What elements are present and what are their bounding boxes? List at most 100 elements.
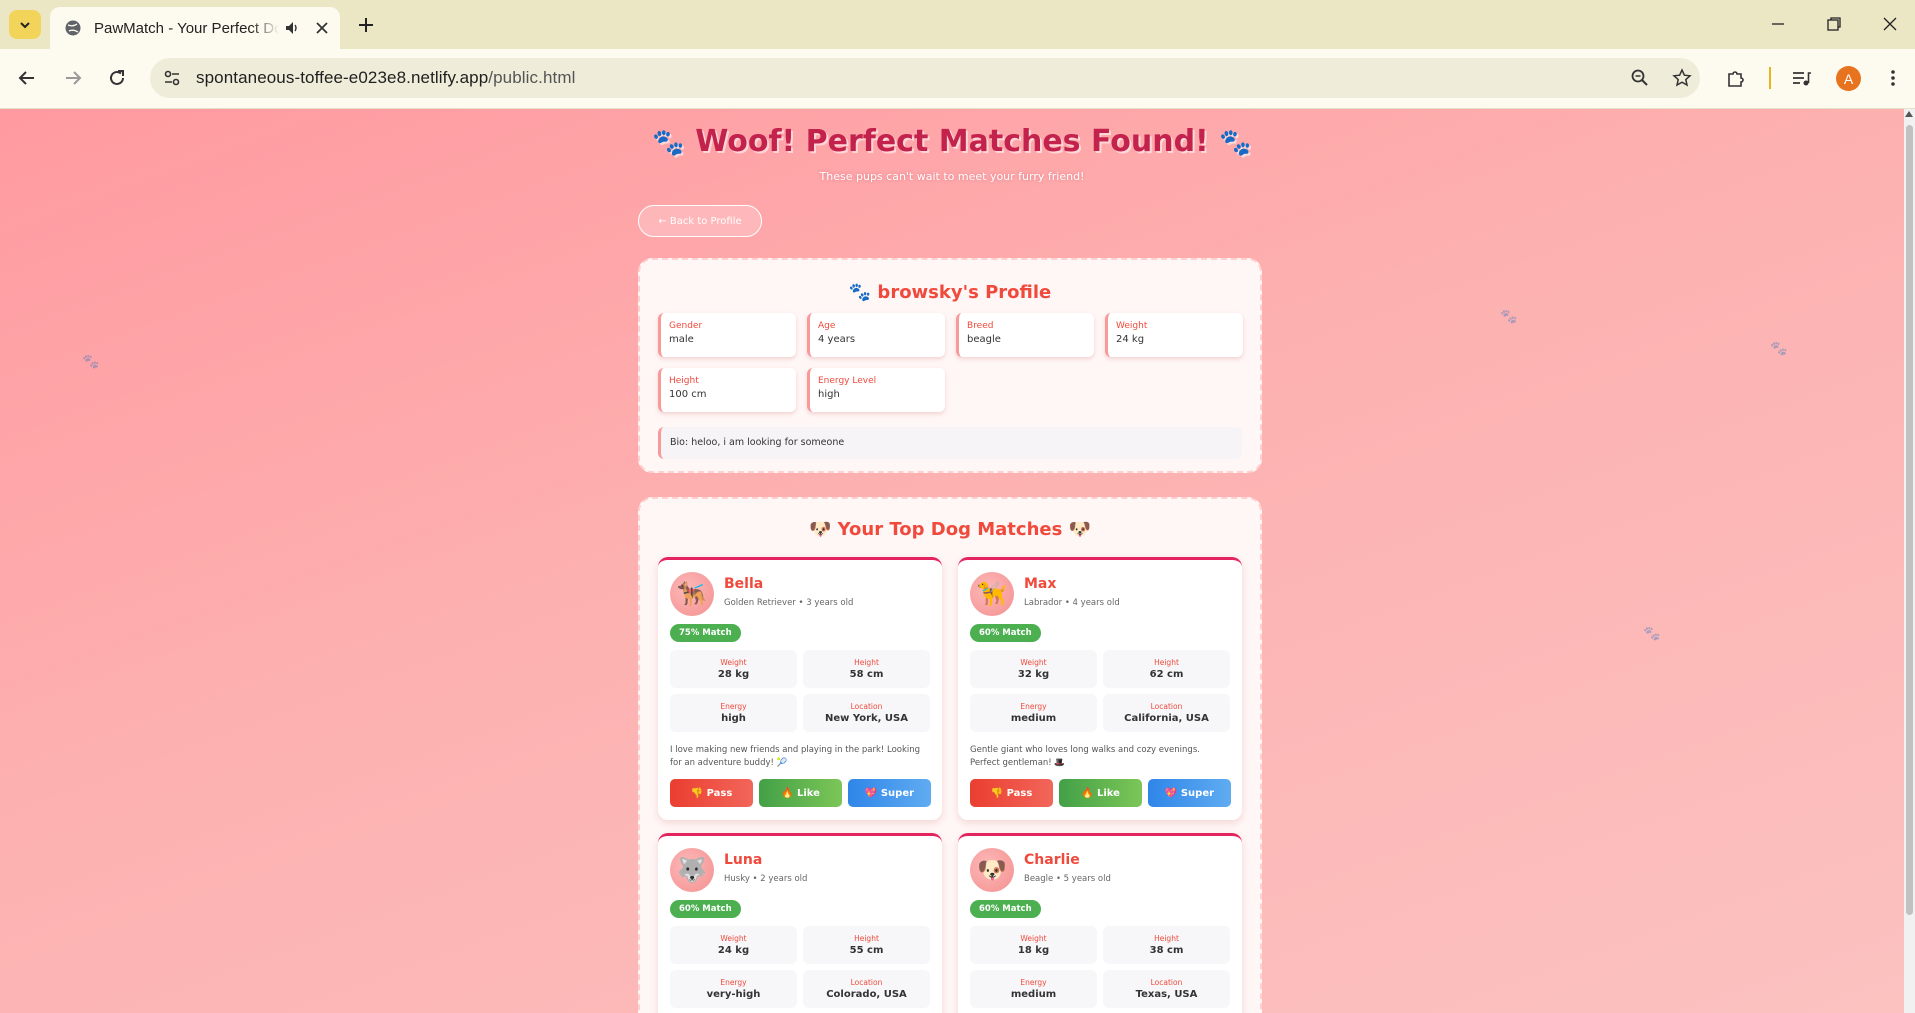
paw-decoration-icon: 🐾 bbox=[82, 354, 100, 370]
pass-button[interactable]: 👎 Pass bbox=[970, 779, 1053, 807]
pass-button[interactable]: 👎 Pass bbox=[670, 779, 753, 807]
stat-label: Weight bbox=[720, 934, 747, 943]
profile-field-gender: Gender male bbox=[658, 313, 796, 357]
paw-icon: 🐾 bbox=[1219, 128, 1252, 158]
field-label: Weight bbox=[1116, 321, 1148, 331]
toolbar-separator bbox=[1769, 67, 1771, 89]
stat-label: Height bbox=[854, 934, 879, 943]
url-path: /public.html bbox=[488, 68, 576, 87]
url-text[interactable]: spontaneous-toffee-e023e8.netlify.app/pu… bbox=[196, 68, 575, 88]
forward-arrow-icon[interactable] bbox=[62, 67, 84, 89]
match-percent-badge: 60% Match bbox=[970, 624, 1041, 642]
page-scrollbar[interactable] bbox=[1904, 109, 1915, 1013]
profile-field-height: Height 100 cm bbox=[658, 368, 796, 412]
new-tab-plus-icon[interactable] bbox=[355, 14, 377, 36]
matches-card: 🐶 Your Top Dog Matches 🐶 🐕‍🦺 Bella Golde… bbox=[638, 497, 1262, 1013]
stat-value: California, USA bbox=[1124, 713, 1209, 724]
stat-location: Location New York, USA bbox=[803, 694, 930, 732]
tab-title: PawMatch - Your Perfect Dog Match bbox=[94, 19, 279, 37]
paw-decoration-icon: 🐾 bbox=[1500, 309, 1518, 325]
stat-value: medium bbox=[1010, 989, 1057, 1000]
field-value: 100 cm bbox=[669, 389, 707, 400]
more-menu-icon[interactable] bbox=[1882, 67, 1904, 89]
stat-weight: Weight 24 kg bbox=[670, 926, 797, 964]
stat-value: medium bbox=[1010, 713, 1057, 724]
page-subtitle: These pups can't wait to meet your furry… bbox=[819, 170, 1085, 183]
field-label: Gender bbox=[669, 321, 703, 331]
extensions-puzzle-icon[interactable] bbox=[1725, 67, 1747, 89]
stat-height: Height 55 cm bbox=[803, 926, 930, 964]
dog-description: I love making new friends and playing in… bbox=[670, 745, 921, 768]
address-bar[interactable]: spontaneous-toffee-e023e8.netlify.app/pu… bbox=[150, 58, 1700, 98]
dog-description: Gentle giant who loves long walks and co… bbox=[970, 745, 1200, 768]
minimize-icon[interactable] bbox=[1768, 14, 1788, 34]
speaker-icon[interactable] bbox=[283, 19, 301, 37]
stat-energy: Energy very-high bbox=[670, 970, 797, 1008]
browser-tab-active[interactable]: PawMatch - Your Perfect Dog Match bbox=[50, 7, 340, 49]
dog-name[interactable]: Bella bbox=[724, 576, 763, 592]
stat-energy: Energy medium bbox=[970, 694, 1097, 732]
close-icon[interactable] bbox=[313, 19, 331, 37]
field-value: beagle bbox=[967, 334, 1001, 345]
globe-icon bbox=[65, 20, 81, 36]
zoom-icon[interactable] bbox=[1630, 68, 1650, 88]
super-like-button[interactable]: 💖 Super bbox=[1148, 779, 1231, 807]
dog-name[interactable]: Charlie bbox=[1024, 852, 1080, 868]
profile-avatar-button[interactable]: A bbox=[1836, 66, 1861, 91]
like-button[interactable]: 🔥 Like bbox=[1059, 779, 1142, 807]
stat-label: Height bbox=[1154, 934, 1179, 943]
dog-breed-age: Beagle • 5 years old bbox=[1024, 874, 1111, 884]
profile-field-weight: Weight 24 kg bbox=[1105, 313, 1243, 357]
profile-field-energy: Energy Level high bbox=[807, 368, 945, 412]
stat-height: Height 58 cm bbox=[803, 650, 930, 688]
stat-value: 18 kg bbox=[1017, 945, 1050, 956]
page-title: 🐾 Woof! Perfect Matches Found! 🐾 bbox=[0, 124, 1904, 159]
like-button[interactable]: 🔥 Like bbox=[759, 779, 842, 807]
stat-height: Height 38 cm bbox=[1103, 926, 1230, 964]
stat-value: 38 cm bbox=[1149, 945, 1184, 956]
media-control-icon[interactable] bbox=[1790, 67, 1812, 89]
field-value: male bbox=[669, 334, 694, 345]
field-label: Height bbox=[669, 376, 699, 386]
stat-label: Weight bbox=[1020, 934, 1047, 943]
stat-value: high bbox=[721, 713, 746, 724]
super-like-button[interactable]: 💖 Super bbox=[848, 779, 931, 807]
site-info-icon[interactable] bbox=[162, 68, 182, 88]
stat-label: Energy bbox=[1020, 702, 1047, 711]
window-close-icon[interactable] bbox=[1880, 14, 1900, 34]
back-to-profile-button[interactable]: ← Back to Profile bbox=[638, 205, 762, 237]
stat-label: Energy bbox=[720, 978, 747, 987]
stat-weight: Weight 18 kg bbox=[970, 926, 1097, 964]
bookmark-star-icon[interactable] bbox=[1672, 68, 1692, 88]
profile-field-breed: Breed beagle bbox=[956, 313, 1094, 357]
restore-icon[interactable] bbox=[1824, 14, 1844, 34]
stat-energy: Energy medium bbox=[970, 970, 1097, 1008]
stat-value: 24 kg bbox=[717, 945, 750, 956]
page-title-text: Woof! Perfect Matches Found! bbox=[695, 124, 1209, 159]
stat-label: Height bbox=[854, 658, 879, 667]
dog-avatar: 🦮 bbox=[970, 572, 1014, 616]
back-arrow-icon[interactable] bbox=[16, 67, 38, 89]
reload-icon[interactable] bbox=[106, 67, 128, 89]
match-percent-badge: 60% Match bbox=[670, 900, 741, 918]
stat-value: 55 cm bbox=[849, 945, 884, 956]
dog-name[interactable]: Max bbox=[1024, 576, 1056, 592]
dog-breed-age: Husky • 2 years old bbox=[724, 874, 808, 884]
match-percent-badge: 75% Match bbox=[670, 624, 741, 642]
stat-weight: Weight 28 kg bbox=[670, 650, 797, 688]
field-value: high bbox=[818, 389, 840, 400]
match-card-max: 🦮 Max Labrador • 4 years old 60% Match W… bbox=[958, 557, 1242, 820]
stat-label: Energy bbox=[1020, 978, 1047, 987]
paw-decoration-icon: 🐾 bbox=[1643, 626, 1661, 642]
tab-search-button[interactable] bbox=[9, 10, 41, 39]
match-card-luna: 🐺 Luna Husky • 2 years old 60% Match Wei… bbox=[658, 833, 942, 1013]
stat-value: Colorado, USA bbox=[826, 989, 907, 1000]
dog-breed-age: Golden Retriever • 3 years old bbox=[724, 598, 854, 608]
stat-location: Location Texas, USA bbox=[1103, 970, 1230, 1008]
browser-toolbar: spontaneous-toffee-e023e8.netlify.app/pu… bbox=[0, 49, 1915, 109]
field-label: Age bbox=[818, 321, 836, 331]
paw-decoration-icon: 🐾 bbox=[1770, 341, 1788, 357]
scrollbar-thumb[interactable] bbox=[1906, 125, 1913, 915]
scroll-up-arrow-icon[interactable] bbox=[1905, 111, 1913, 117]
dog-name[interactable]: Luna bbox=[724, 852, 762, 868]
